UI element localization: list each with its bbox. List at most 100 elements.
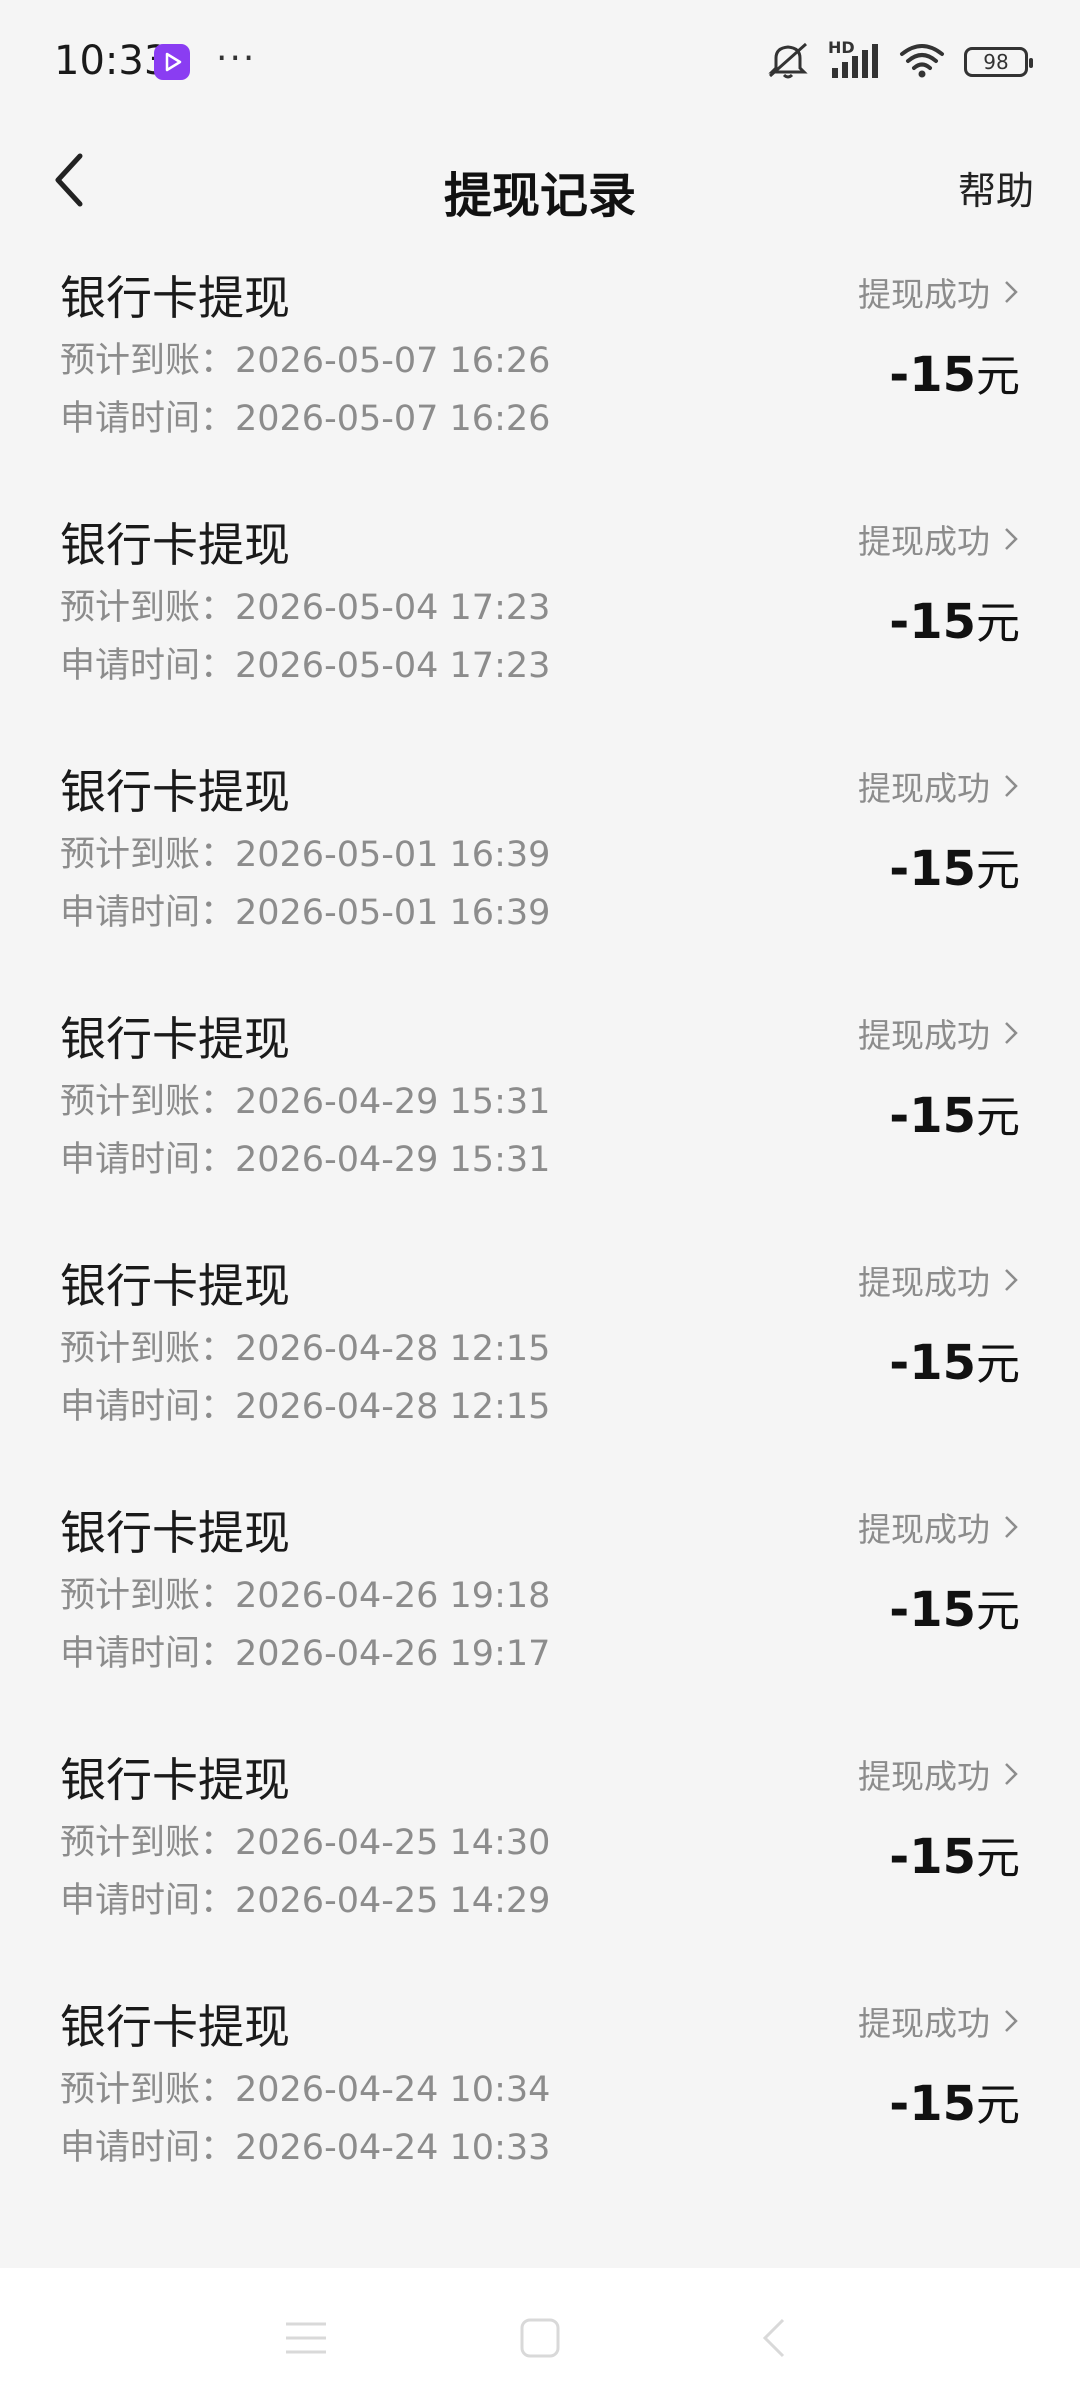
estimated-arrival: 预计到账：2026-05-04 17:23: [60, 588, 551, 628]
record-title: 银行卡提现: [60, 1506, 290, 1560]
estimated-arrival: 预计到账：2026-05-01 16:39: [60, 835, 551, 875]
chevron-right-icon: [1005, 775, 1018, 797]
amount-unit: 元: [976, 845, 1020, 896]
application-time: 申请时间：2026-05-01 16:39: [60, 893, 551, 933]
estimated-arrival: 预计到账：2026-04-24 10:34: [60, 2070, 551, 2110]
mute-icon: [766, 40, 810, 84]
record-amount: -15元: [889, 834, 1020, 898]
home-icon: [520, 2318, 560, 2358]
chevron-right-icon: [1005, 1516, 1018, 1538]
chevron-right-icon: [1005, 528, 1018, 550]
record-status-link[interactable]: 提现成功: [858, 1256, 1020, 1304]
help-button[interactable]: 帮助: [958, 160, 1034, 215]
amount-unit: 元: [976, 2080, 1020, 2131]
record-amount: -15元: [889, 1328, 1020, 1392]
back-icon: [762, 2318, 785, 2358]
application-time: 申请时间：2026-05-07 16:26: [60, 399, 551, 439]
application-time: 申请时间：2026-05-04 17:23: [60, 646, 551, 686]
estimated-arrival: 预计到账：2026-04-25 14:30: [60, 1823, 551, 1863]
record-status: 提现成功: [858, 522, 990, 561]
record-amount: -15元: [889, 340, 1020, 404]
withdrawal-record[interactable]: 银行卡提现 提现成功 预计到账：2026-05-04 17:23 申请时间：20…: [0, 487, 1080, 734]
withdrawal-record[interactable]: 银行卡提现 提现成功 预计到账：2026-04-28 12:15 申请时间：20…: [0, 1228, 1080, 1475]
withdrawal-record[interactable]: 银行卡提现 提现成功 预计到账：2026-04-26 19:18 申请时间：20…: [0, 1475, 1080, 1722]
withdrawal-record[interactable]: 银行卡提现 提现成功 预计到账：2026-05-07 16:26 申请时间：20…: [0, 240, 1080, 487]
amount-unit: 元: [976, 1586, 1020, 1637]
amount-value: -15: [889, 1829, 976, 1885]
amount-unit: 元: [976, 1833, 1020, 1884]
amount-value: -15: [889, 841, 976, 897]
system-nav-bar: [0, 2268, 1080, 2400]
record-status: 提现成功: [858, 1757, 990, 1796]
record-status-link[interactable]: 提现成功: [858, 268, 1020, 316]
estimated-arrival: 预计到账：2026-04-28 12:15: [60, 1329, 551, 1369]
wifi-icon: [898, 40, 946, 84]
chevron-right-icon: [1005, 1022, 1018, 1044]
withdrawal-record[interactable]: 银行卡提现 提现成功 预计到账：2026-04-25 14:30 申请时间：20…: [0, 1722, 1080, 1969]
amount-value: -15: [889, 1335, 976, 1391]
estimated-arrival: 预计到账：2026-05-07 16:26: [60, 341, 551, 381]
record-status: 提现成功: [858, 1263, 990, 1302]
video-app-icon: [154, 44, 190, 80]
amount-unit: 元: [976, 598, 1020, 649]
record-amount: -15元: [889, 1081, 1020, 1145]
record-amount: -15元: [889, 2069, 1020, 2133]
withdrawal-record[interactable]: 银行卡提现 提现成功 预计到账：2026-04-29 15:31 申请时间：20…: [0, 981, 1080, 1228]
chevron-right-icon: [1005, 2010, 1018, 2032]
record-title: 银行卡提现: [60, 1012, 290, 1066]
record-amount: -15元: [889, 1575, 1020, 1639]
application-time: 申请时间：2026-04-25 14:29: [60, 1881, 551, 1921]
record-amount: -15元: [889, 1822, 1020, 1886]
amount-value: -15: [889, 1582, 976, 1638]
record-status-link[interactable]: 提现成功: [858, 1997, 1020, 2045]
record-title: 银行卡提现: [60, 518, 290, 572]
signal-icon: HD: [828, 38, 880, 82]
record-status-link[interactable]: 提现成功: [858, 515, 1020, 563]
record-status: 提现成功: [858, 769, 990, 808]
page-title: 提现记录: [443, 168, 636, 224]
app-root: 10:33 ··· HD 98 提现记录 帮助 银行卡提现 提现成功 预计到账：…: [0, 0, 1080, 2400]
estimated-arrival: 预计到账：2026-04-29 15:31: [60, 1082, 551, 1122]
status-bar: 10:33 ··· HD 98: [0, 0, 1080, 120]
amount-value: -15: [889, 2076, 976, 2132]
record-status: 提现成功: [858, 1510, 990, 1549]
nav-back-button[interactable]: [744, 2308, 804, 2368]
battery-indicator: 98: [964, 47, 1033, 77]
withdrawal-record[interactable]: 银行卡提现 提现成功 预计到账：2026-04-24 10:34 申请时间：20…: [0, 1969, 1080, 2216]
more-dots-icon: ···: [216, 38, 257, 79]
record-status-link[interactable]: 提现成功: [858, 1009, 1020, 1057]
record-title: 银行卡提现: [60, 1259, 290, 1313]
amount-unit: 元: [976, 1092, 1020, 1143]
status-time: 10:33: [54, 38, 170, 84]
chevron-right-icon: [1005, 1763, 1018, 1785]
record-title: 银行卡提现: [60, 2000, 290, 2054]
application-time: 申请时间：2026-04-24 10:33: [60, 2128, 551, 2168]
amount-value: -15: [889, 1088, 976, 1144]
record-status-link[interactable]: 提现成功: [858, 762, 1020, 810]
amount-value: -15: [889, 594, 976, 650]
amount-value: -15: [889, 347, 976, 403]
home-button[interactable]: [510, 2308, 570, 2368]
record-status-link[interactable]: 提现成功: [858, 1750, 1020, 1798]
record-title: 银行卡提现: [60, 271, 290, 325]
record-status: 提现成功: [858, 275, 990, 314]
record-status-link[interactable]: 提现成功: [858, 1503, 1020, 1551]
amount-unit: 元: [976, 1339, 1020, 1390]
amount-unit: 元: [976, 351, 1020, 402]
withdrawal-record-list: 银行卡提现 提现成功 预计到账：2026-05-07 16:26 申请时间：20…: [0, 240, 1080, 2216]
menu-button[interactable]: [276, 2308, 336, 2368]
record-title: 银行卡提现: [60, 1753, 290, 1807]
chevron-right-icon: [1005, 281, 1018, 303]
header: 提现记录 帮助: [0, 120, 1080, 240]
withdrawal-record[interactable]: 银行卡提现 提现成功 预计到账：2026-05-01 16:39 申请时间：20…: [0, 734, 1080, 981]
record-status: 提现成功: [858, 2004, 990, 2043]
application-time: 申请时间：2026-04-26 19:17: [60, 1634, 551, 1674]
status-icons: HD 98: [766, 38, 1033, 84]
application-time: 申请时间：2026-04-28 12:15: [60, 1387, 551, 1427]
record-amount: -15元: [889, 587, 1020, 651]
estimated-arrival: 预计到账：2026-04-26 19:18: [60, 1576, 551, 1616]
chevron-right-icon: [1005, 1269, 1018, 1291]
record-title: 银行卡提现: [60, 765, 290, 819]
application-time: 申请时间：2026-04-29 15:31: [60, 1140, 551, 1180]
record-status: 提现成功: [858, 1016, 990, 1055]
